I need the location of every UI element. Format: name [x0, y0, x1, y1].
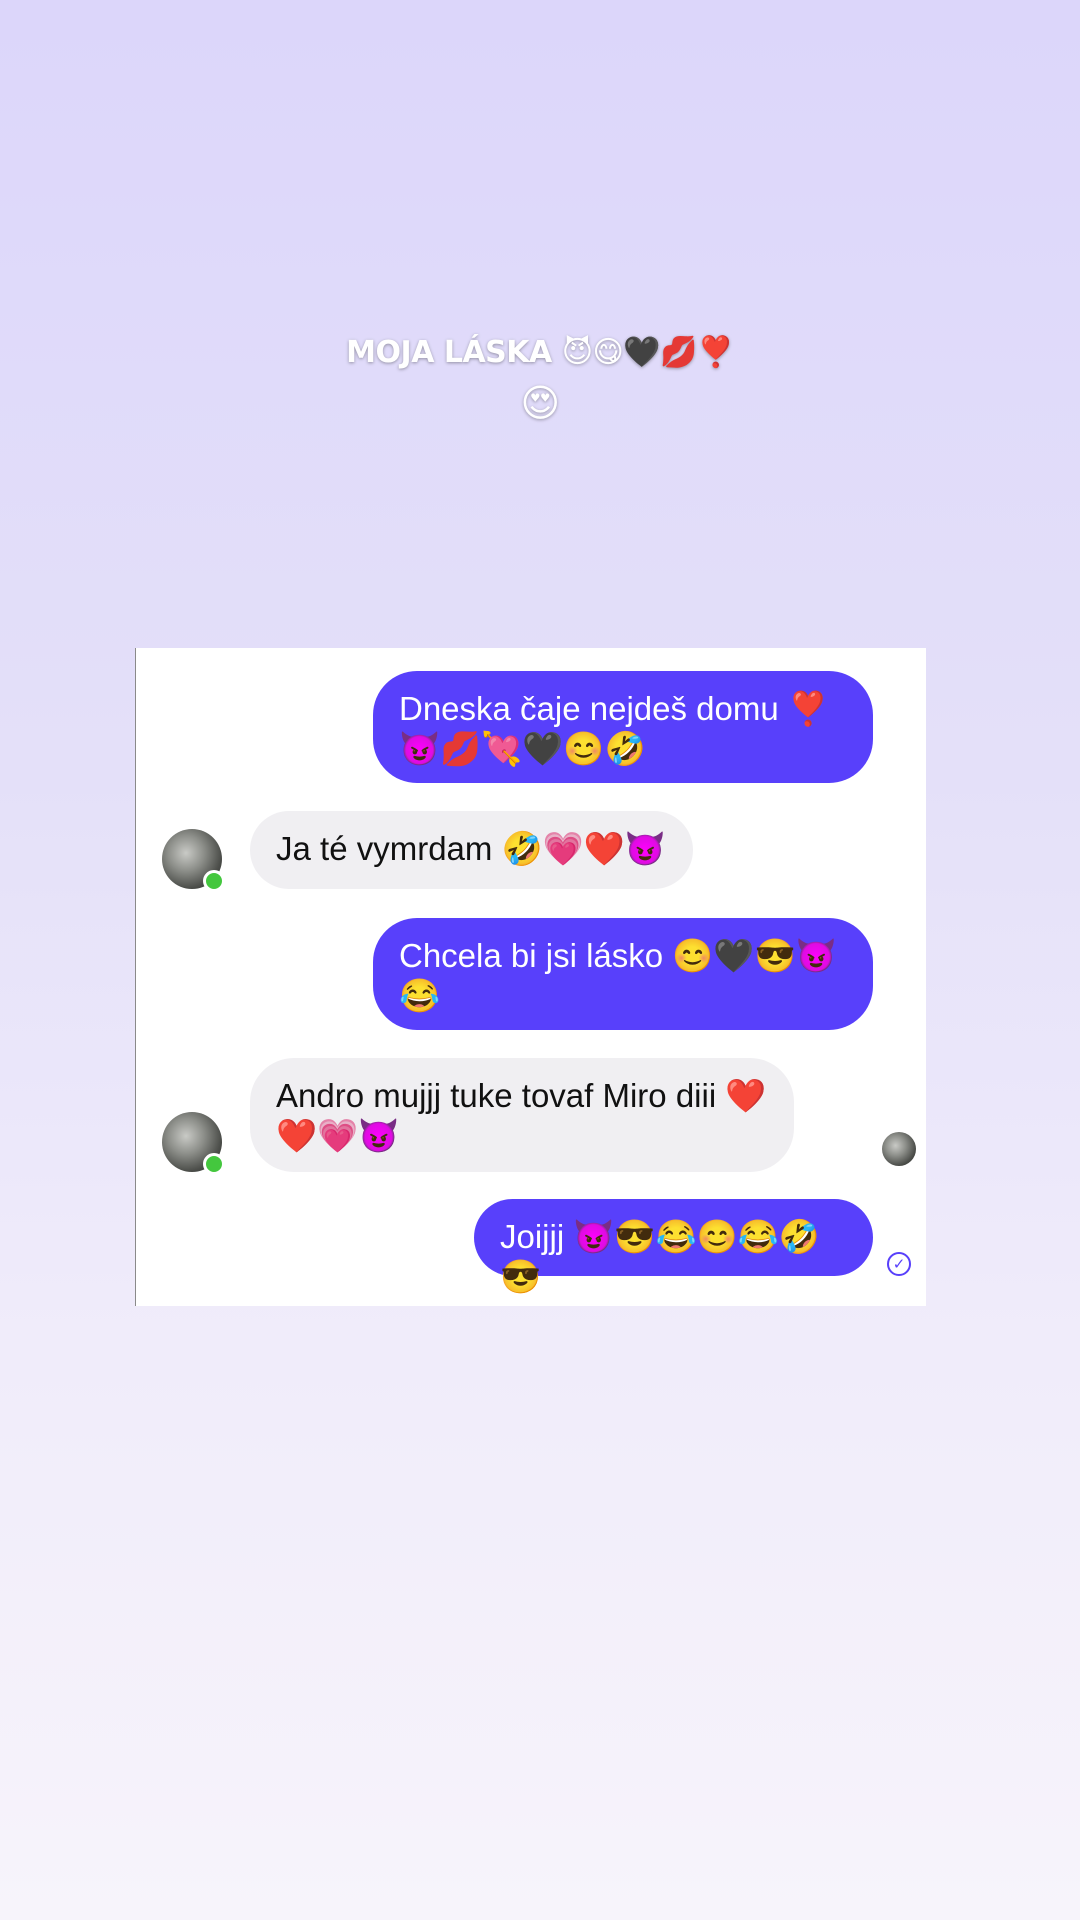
- online-status-dot: [203, 1153, 225, 1175]
- chat-screenshot: Dneska čaje nejdeš domu ❣️ 😈💋💘🖤😊🤣 Ja té …: [135, 648, 926, 1306]
- message-text: Dneska čaje nejdeš domu ❣️ 😈💋💘🖤😊🤣: [399, 690, 829, 767]
- message-bubble-sent[interactable]: Joijjj 😈😎😂😊😂🤣😎: [474, 1199, 873, 1295]
- message-bubble-sent[interactable]: Chcela bi jsi lásko 😊🖤😎😈 😂: [373, 918, 873, 1030]
- contact-avatar[interactable]: [162, 829, 225, 892]
- message-bubble-received[interactable]: Andro mujjj tuke tovaf Miro diii ❤️❤️💗😈: [250, 1058, 794, 1172]
- message-bubble-sent[interactable]: Dneska čaje nejdeš domu ❣️ 😈💋💘🖤😊🤣: [373, 671, 873, 783]
- story-caption: MOJA LÁSKA 😈😋🖤💋❣️ 😍: [0, 328, 1080, 428]
- online-status-dot: [203, 870, 225, 892]
- message-text: Joijjj 😈😎😂😊😂🤣😎: [500, 1218, 820, 1295]
- delivered-check-icon: ✓: [887, 1252, 911, 1276]
- contact-avatar[interactable]: [162, 1112, 225, 1175]
- message-text: Chcela bi jsi lásko 😊🖤😎😈 😂: [399, 937, 837, 1014]
- message-text: Andro mujjj tuke tovaf Miro diii ❤️❤️💗😈: [276, 1077, 767, 1154]
- message-bubble-received[interactable]: Ja té vymrdam 🤣💗❤️😈: [250, 811, 693, 889]
- seen-by-avatar: [882, 1132, 916, 1166]
- story-caption-line-2: 😍: [520, 381, 560, 425]
- story-caption-line-1: MOJA LÁSKA 😈😋🖤💋❣️: [346, 335, 734, 370]
- message-text: Ja té vymrdam 🤣💗❤️😈: [276, 830, 666, 867]
